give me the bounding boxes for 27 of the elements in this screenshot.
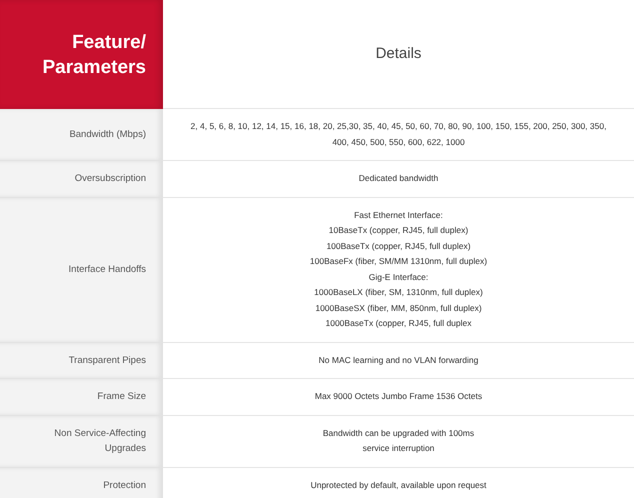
details-header: Details <box>376 44 422 64</box>
header-text: Feature/ <box>72 30 146 54</box>
detail-text: 1000BaseTx (copper, RJ45, full duplex <box>325 317 472 330</box>
detail-text: Unprotected by default, available upon request <box>310 478 486 492</box>
detail-text: Gig-E Interface: <box>368 270 428 284</box>
feature-label: Interface Handoffs <box>68 263 146 277</box>
detail-text: Bandwidth can be upgraded with 100ms <box>322 426 474 440</box>
detail-text: 1000BaseSX (fiber, MM, 850nm, full duplex) <box>315 302 482 315</box>
feature-label: Non Service-Affecting <box>54 427 146 441</box>
detail-text: 100BaseFx (fiber, SM/MM 1310nm, full duplex) <box>310 255 488 268</box>
header-text: Parameters <box>42 56 146 80</box>
feature-label: Bandwidth (Mbps) <box>69 128 146 142</box>
feature-label: Oversubscription <box>74 172 146 186</box>
detail-text: No MAC learning and no VLAN forwarding <box>318 354 478 367</box>
detail-text: Max 9000 Octets Jumbo Frame 1536 Octets <box>314 390 482 403</box>
detail-text: 1000BaseLX (fiber, SM, 1310nm, full duplex) <box>314 286 483 299</box>
feature-label: Transparent Pipes <box>68 354 146 368</box>
detail-text: 100BaseTx (copper, RJ45, full duplex) <box>326 240 471 253</box>
detail-text: Dedicated bandwidth <box>358 172 438 185</box>
detail-text: 10BaseTx (copper, RJ45, full duplex) <box>328 224 468 237</box>
detail-text: Fast Ethernet Interface: <box>354 208 443 222</box>
feature-label: Upgrades <box>104 442 146 456</box>
detail-text: 2, 4, 5, 6, 8, 10, 12, 14, 15, 16, 18, 20, 25,30, 35, 40, 45, 50, 60, 70, 80, 90, 100, 150, 155, 200, 250, 300, 350, <box>190 120 606 133</box>
feature-label: Frame Size <box>97 390 146 404</box>
detail-text: service interruption <box>362 442 434 455</box>
detail-text: 400, 450, 500, 550, 600, 622, 1000 <box>332 136 465 148</box>
feature-label: Protection <box>103 478 146 493</box>
